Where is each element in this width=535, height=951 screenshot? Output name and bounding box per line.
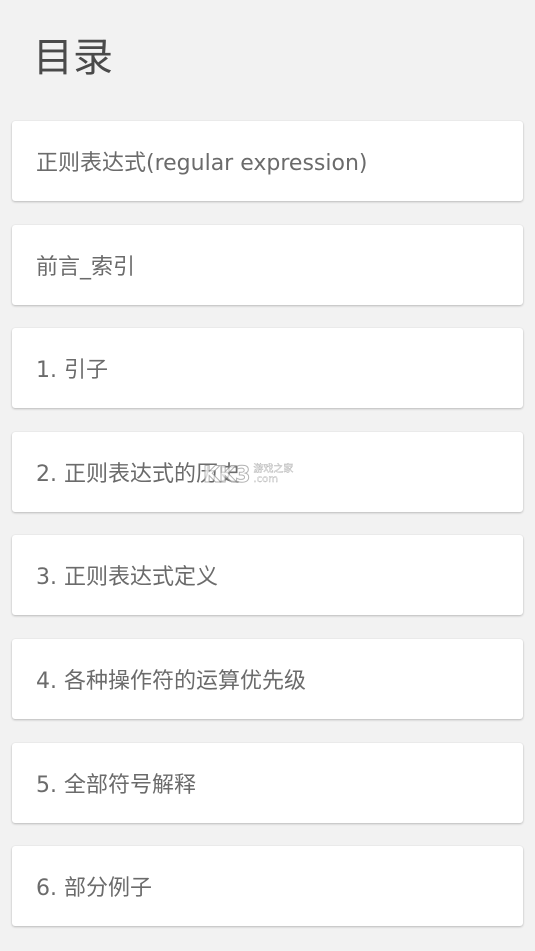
toc-item-intro[interactable]: 正则表达式(regular expression) <box>12 121 523 201</box>
toc-item-3[interactable]: 3. 正则表达式定义 <box>12 535 523 616</box>
toc-item-preface[interactable]: 前言_索引 <box>12 224 523 305</box>
toc-list: 正则表达式(regular expression) 前言_索引 1. 引子 2.… <box>12 121 523 950</box>
toc-item-6[interactable]: 6. 部分例子 <box>12 846 523 927</box>
toc-item-label: 正则表达式(regular expression) <box>36 151 368 176</box>
toc-item-label: 前言_索引 <box>36 254 136 280</box>
toc-item-2[interactable]: 2. 正则表达式的历史 <box>12 431 523 512</box>
toc-item-label: 3. 正则表达式定义 <box>36 565 218 591</box>
toc-item-label: 6. 部分例子 <box>36 876 152 902</box>
toc-item-label: 1. 引子 <box>36 358 108 384</box>
toc-item-5[interactable]: 5. 全部符号解释 <box>12 742 523 823</box>
toc-item-label: 2. 正则表达式的历史 <box>36 461 240 487</box>
toc-item-1[interactable]: 1. 引子 <box>12 328 523 409</box>
toc-item-4[interactable]: 4. 各种操作符的运算优先级 <box>12 638 523 719</box>
toc-item-label: 4. 各种操作符的运算优先级 <box>36 668 306 694</box>
toc-item-label: 5. 全部符号解释 <box>36 772 196 798</box>
page-title: 目录 <box>33 35 113 81</box>
